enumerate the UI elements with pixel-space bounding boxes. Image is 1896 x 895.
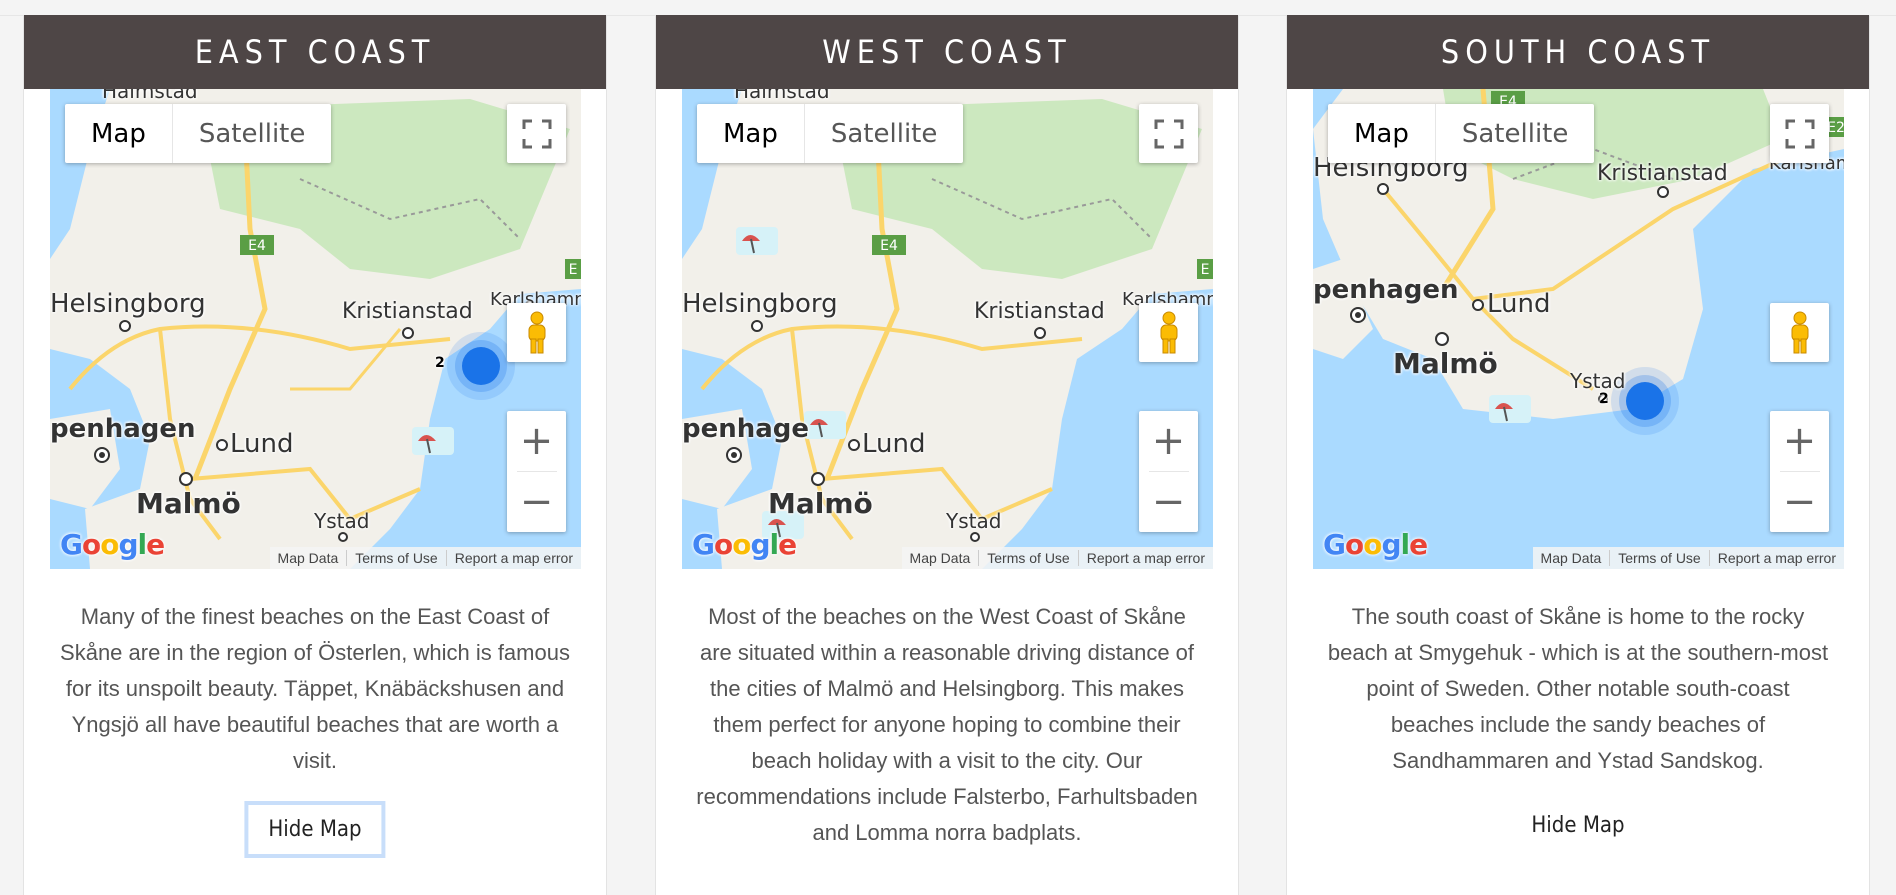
- fullscreen-button[interactable]: [507, 104, 566, 163]
- place-label: Helsingborg: [682, 289, 838, 319]
- map-attribution: Map Data Terms of Use Report a map error: [269, 547, 581, 569]
- page-top-bar: [0, 0, 1896, 16]
- card-title: WEST COAST: [656, 15, 1238, 89]
- map-data-link[interactable]: Map Data: [270, 550, 347, 566]
- place-label: Lund: [230, 429, 294, 459]
- place-label: Kristianstad: [342, 299, 473, 324]
- map-type-map-button[interactable]: Map: [1328, 104, 1436, 163]
- terms-of-use-link[interactable]: Terms of Use: [1609, 550, 1708, 566]
- map-south[interactable]: E4 E2 Helsingborg Kristianstad Karlsham …: [1313, 89, 1844, 569]
- street-view-button[interactable]: [1139, 303, 1198, 362]
- map-attribution: Map Data Terms of Use Report a map error: [901, 547, 1213, 569]
- zoom-control: + −: [1139, 411, 1198, 532]
- report-map-error-link[interactable]: Report a map error: [1708, 550, 1844, 566]
- fullscreen-button[interactable]: [1770, 104, 1829, 163]
- map-type-satellite-button[interactable]: Satellite: [173, 104, 332, 163]
- map-east[interactable]: E4 E Halmstad Helsingborg Kristianstad K…: [50, 89, 581, 569]
- zoom-out-icon[interactable]: −: [1139, 472, 1198, 532]
- zoom-out-icon[interactable]: −: [507, 472, 566, 532]
- hide-map-button[interactable]: Hide Map: [1511, 801, 1645, 850]
- place-label: Lund: [1487, 289, 1551, 319]
- fullscreen-icon: [1154, 119, 1183, 148]
- place-label: Halmstad: [102, 89, 198, 103]
- map-data-link[interactable]: Map Data: [1533, 550, 1610, 566]
- place-label: Kristianstad: [974, 299, 1105, 324]
- coast-card-east: EAST COAST E4 E Halmstad Helsingborg Kri…: [23, 15, 607, 895]
- place-label: Kristianstad: [1597, 161, 1728, 186]
- terms-of-use-link[interactable]: Terms of Use: [346, 550, 445, 566]
- zoom-in-icon[interactable]: +: [1770, 411, 1829, 471]
- place-label: Ystad: [1570, 369, 1626, 393]
- place-label: Ystad: [314, 509, 370, 533]
- google-logo[interactable]: Google: [60, 528, 165, 561]
- svg-text:E2: E2: [1827, 120, 1844, 136]
- place-label: Ystad: [946, 509, 1002, 533]
- cluster-count[interactable]: 2: [1599, 391, 1609, 407]
- report-map-error-link[interactable]: Report a map error: [445, 550, 581, 566]
- fullscreen-icon: [522, 119, 551, 148]
- map-west[interactable]: E4 E Halmstad Helsingborg Kristianstad K…: [682, 89, 1213, 569]
- place-label: Lund: [862, 429, 926, 459]
- zoom-in-icon[interactable]: +: [507, 411, 566, 471]
- map-type-satellite-button[interactable]: Satellite: [805, 104, 964, 163]
- place-label: Halmstad: [734, 89, 830, 103]
- street-view-button[interactable]: [507, 303, 566, 362]
- place-label: Helsingborg: [50, 289, 206, 319]
- zoom-out-icon[interactable]: −: [1770, 472, 1829, 532]
- card-description: Many of the finest beaches on the East C…: [60, 604, 570, 773]
- card-title: EAST COAST: [24, 15, 606, 89]
- svg-text:E: E: [1201, 262, 1210, 278]
- cluster-count[interactable]: 2: [435, 355, 445, 371]
- hide-map-button[interactable]: Hide Map: [244, 801, 386, 858]
- place-label: penhagen: [50, 414, 196, 444]
- map-type-control: Map Satellite: [1328, 104, 1595, 163]
- terms-of-use-link[interactable]: Terms of Use: [978, 550, 1077, 566]
- map-type-satellite-button[interactable]: Satellite: [1436, 104, 1595, 163]
- zoom-control: + −: [507, 411, 566, 532]
- svg-text:E4: E4: [248, 238, 266, 254]
- street-view-button[interactable]: [1770, 303, 1829, 362]
- coast-card-west: WEST COAST E4 E Halmstad Helsingborg Kri…: [655, 15, 1239, 895]
- card-description: The south coast of Skåne is home to the …: [1327, 604, 1829, 773]
- card-title: SOUTH COAST: [1287, 15, 1869, 89]
- coast-card-south: SOUTH COAST E4 E2 Helsingborg Kristianst…: [1286, 15, 1870, 895]
- map-type-map-button[interactable]: Map: [65, 104, 173, 163]
- place-label: Malmö: [136, 487, 241, 520]
- svg-text:E4: E4: [880, 238, 898, 254]
- place-label: penhagen: [1313, 275, 1459, 305]
- pegman-icon: [1791, 311, 1808, 353]
- pegman-icon: [528, 311, 545, 353]
- place-label: Malmö: [1393, 347, 1498, 380]
- map-data-link[interactable]: Map Data: [902, 550, 979, 566]
- map-attribution: Map Data Terms of Use Report a map error: [1532, 547, 1844, 569]
- report-map-error-link[interactable]: Report a map error: [1077, 550, 1213, 566]
- fullscreen-icon: [1785, 119, 1814, 148]
- pegman-icon: [1160, 311, 1177, 353]
- place-label: penhage: [682, 414, 810, 444]
- place-label: Malmö: [768, 487, 873, 520]
- zoom-control: + −: [1770, 411, 1829, 532]
- google-logo[interactable]: Google: [1323, 528, 1428, 561]
- card-description: Most of the beaches on the West Coast of…: [696, 604, 1198, 845]
- google-logo[interactable]: Google: [692, 528, 797, 561]
- map-type-control: Map Satellite: [697, 104, 964, 163]
- map-type-map-button[interactable]: Map: [697, 104, 805, 163]
- svg-text:E: E: [569, 262, 578, 278]
- zoom-in-icon[interactable]: +: [1139, 411, 1198, 471]
- map-type-control: Map Satellite: [65, 104, 332, 163]
- fullscreen-button[interactable]: [1139, 104, 1198, 163]
